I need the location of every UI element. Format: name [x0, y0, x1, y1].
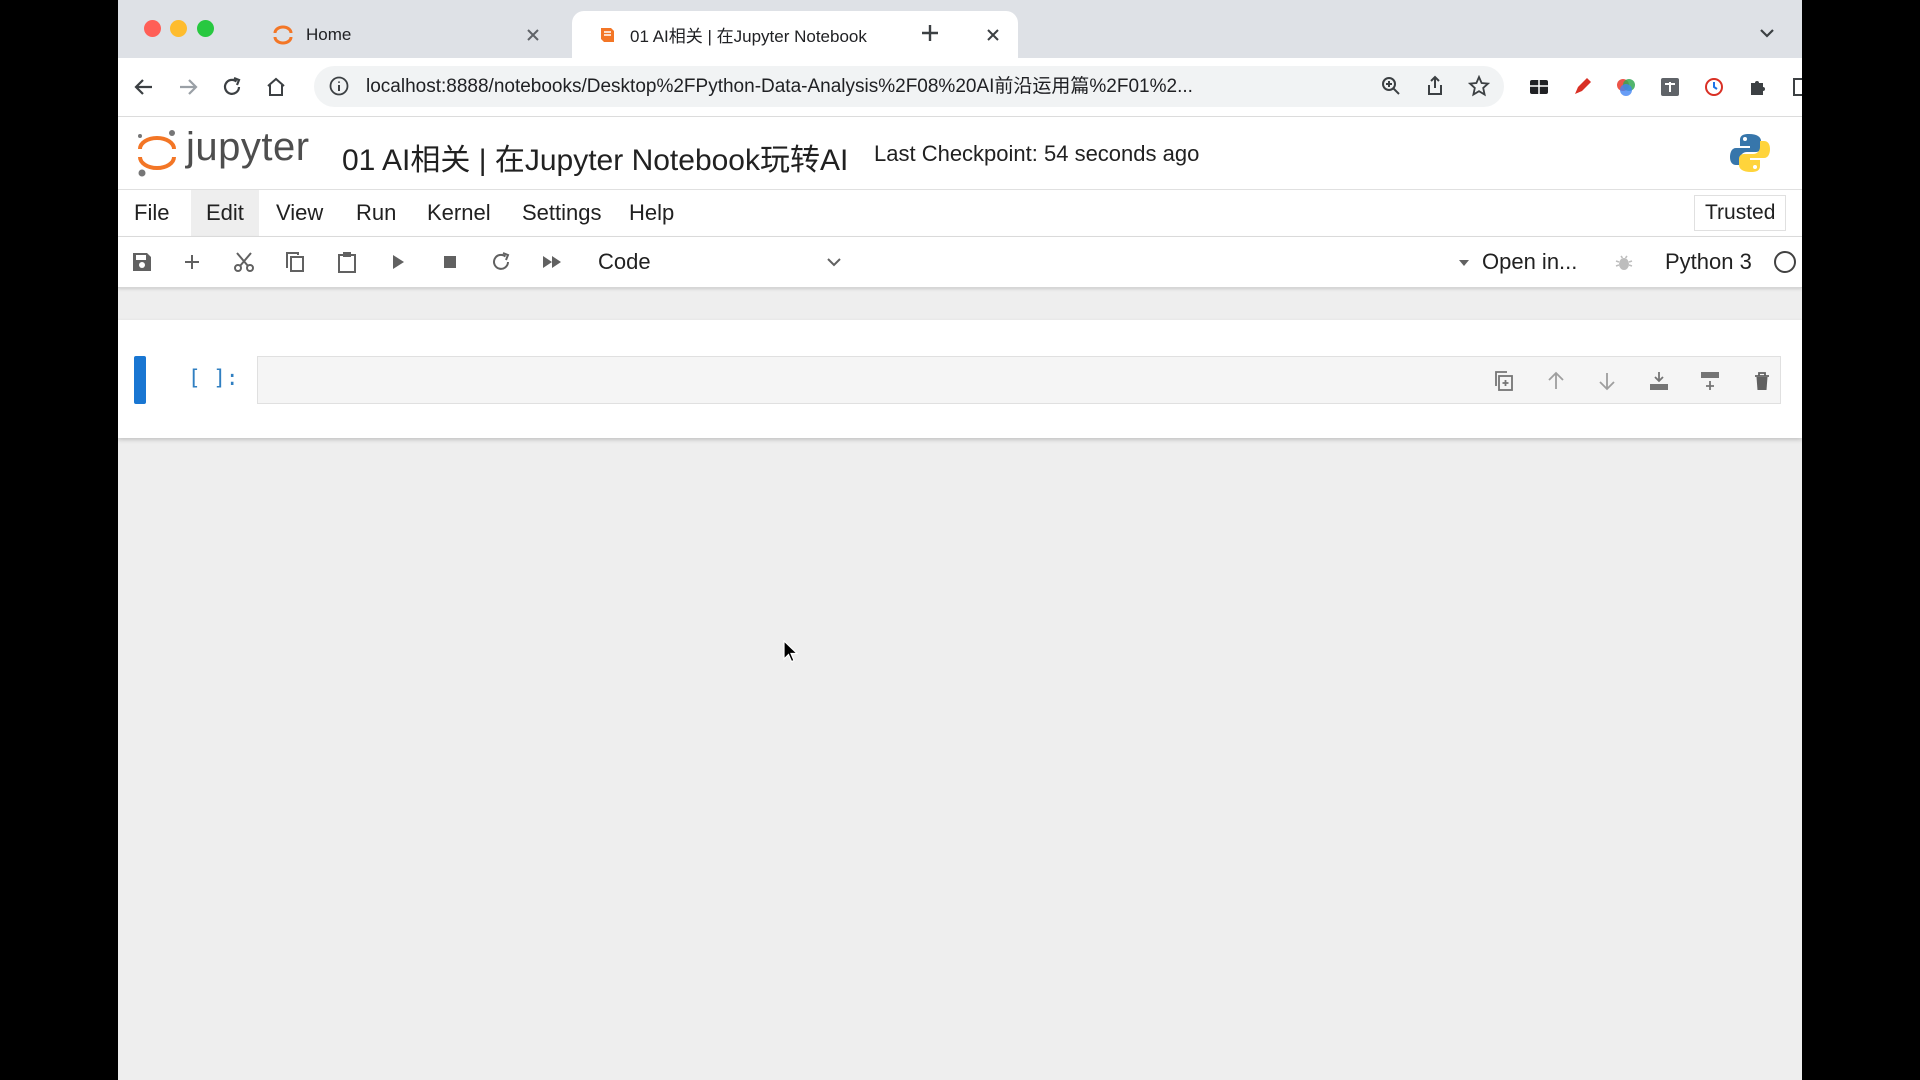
restart-icon[interactable]: [489, 250, 513, 274]
cut-icon[interactable]: [232, 250, 256, 274]
jupyter-logo-icon[interactable]: [134, 127, 180, 179]
menu-help[interactable]: Help: [614, 190, 689, 236]
extension-clock-icon[interactable]: [1702, 75, 1726, 99]
active-cell-indicator[interactable]: [134, 356, 146, 404]
home-icon[interactable]: [264, 75, 288, 99]
url-text: localhost:8888/notebooks/Desktop%2FPytho…: [366, 76, 1193, 97]
cell-type-select[interactable]: Code: [598, 237, 651, 287]
last-checkpoint: Last Checkpoint: 54 seconds ago: [874, 141, 1200, 166]
tab-home[interactable]: Home: [248, 11, 558, 58]
menu-view[interactable]: View: [261, 190, 338, 236]
python-logo-icon: [1730, 134, 1770, 172]
star-icon[interactable]: [1468, 75, 1490, 97]
minimize-window-button[interactable]: [170, 20, 187, 37]
address-bar[interactable]: localhost:8888/notebooks/Desktop%2FPytho…: [314, 66, 1504, 107]
copy-icon[interactable]: [283, 250, 307, 274]
info-icon[interactable]: [328, 75, 350, 97]
zoom-icon[interactable]: [1380, 75, 1402, 97]
notebook-panel: [ ]:: [118, 320, 1802, 438]
move-down-icon[interactable]: [1595, 369, 1619, 393]
menu-settings[interactable]: Settings: [507, 190, 617, 236]
tab-title: Home: [306, 24, 352, 44]
notebook-title[interactable]: 01 AI相关 | 在Jupyter Notebook玩转AI: [342, 135, 848, 179]
move-up-icon[interactable]: [1544, 369, 1568, 393]
sidepanel-icon[interactable]: [1790, 75, 1802, 99]
menu-file[interactable]: File: [119, 190, 184, 236]
new-tab-icon[interactable]: [918, 21, 942, 45]
kernel-status-icon: [1774, 251, 1796, 273]
code-cell-input[interactable]: [257, 356, 1781, 404]
maximize-window-button[interactable]: [197, 20, 214, 37]
menu-bar: File Edit View Run Kernel Settings Help …: [118, 190, 1802, 237]
tab-notebook[interactable]: 01 AI相关 | 在Jupyter Notebook: [572, 11, 1018, 58]
save-icon[interactable]: [130, 250, 154, 274]
cell-prompt: [ ]:: [188, 366, 239, 390]
insert-below-icon[interactable]: [1698, 369, 1722, 393]
tab-strip: Home 01 AI相关 | 在Jupyter Notebook: [118, 0, 1802, 58]
run-icon[interactable]: [386, 250, 410, 274]
menu-run[interactable]: Run: [341, 190, 411, 236]
extension-color-icon[interactable]: [1614, 75, 1638, 99]
stop-icon[interactable]: [438, 250, 462, 274]
caret-down-icon[interactable]: [1458, 258, 1470, 268]
puzzle-icon[interactable]: [1746, 75, 1770, 99]
trusted-indicator[interactable]: Trusted: [1694, 195, 1787, 231]
reload-icon[interactable]: [220, 75, 244, 99]
insert-above-icon[interactable]: [1647, 369, 1671, 393]
extension-pen-icon[interactable]: [1570, 75, 1594, 99]
add-cell-icon[interactable]: [180, 250, 204, 274]
menu-kernel[interactable]: Kernel: [412, 190, 506, 236]
fast-forward-icon[interactable]: [540, 250, 564, 274]
jupyter-logo-text[interactable]: jupyter: [186, 125, 310, 170]
back-icon[interactable]: [132, 75, 156, 99]
menu-edit[interactable]: Edit: [191, 190, 259, 236]
browser-window: Home 01 AI相关 | 在Jupyter Notebook localho…: [118, 0, 1802, 1080]
kernel-name[interactable]: Python 3: [1665, 237, 1752, 287]
paste-icon[interactable]: [335, 250, 359, 274]
mouse-cursor-icon: [783, 640, 799, 663]
notebook-favicon-icon: [601, 27, 614, 42]
debugger-bug-icon[interactable]: [1613, 251, 1635, 273]
jupyter-favicon-icon: [273, 25, 293, 44]
tab-close-icon[interactable]: [982, 24, 1004, 46]
share-icon[interactable]: [1424, 75, 1446, 97]
open-in-button[interactable]: Open in...: [1482, 237, 1577, 287]
forward-icon[interactable]: [176, 75, 200, 99]
extension-translate-icon[interactable]: [1658, 75, 1682, 99]
notebook-toolbar: Code Open in... Python 3: [118, 237, 1802, 288]
browser-toolbar: localhost:8888/notebooks/Desktop%2FPytho…: [118, 58, 1802, 117]
tab-search-chevron-icon[interactable]: [1756, 22, 1778, 44]
close-window-button[interactable]: [144, 20, 161, 37]
chevron-down-icon[interactable]: [824, 252, 844, 272]
extension-tabs-icon[interactable]: [1527, 75, 1551, 99]
jupyter-header: jupyter 01 AI相关 | 在Jupyter Notebook玩转AI …: [118, 117, 1802, 190]
tab-close-icon[interactable]: [522, 24, 544, 46]
delete-cell-icon[interactable]: [1750, 369, 1774, 393]
duplicate-cell-icon[interactable]: [1492, 369, 1516, 393]
